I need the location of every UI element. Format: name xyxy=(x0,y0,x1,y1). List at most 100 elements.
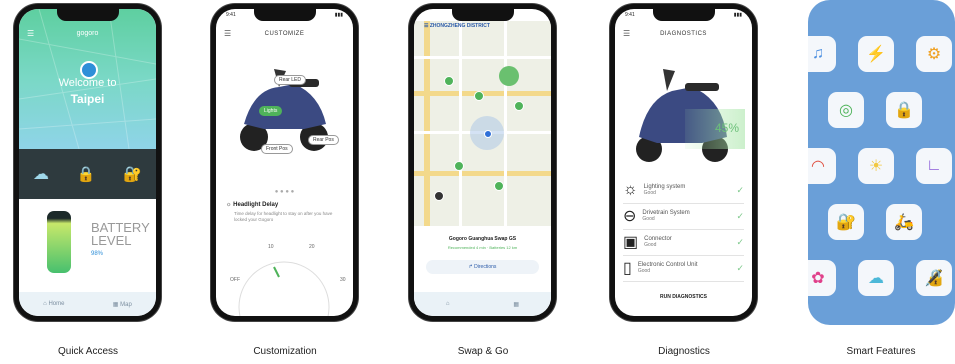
option-pill[interactable]: Rear LED xyxy=(274,75,306,85)
notch xyxy=(451,9,514,21)
map-view[interactable] xyxy=(414,21,551,226)
station-pin-icon[interactable] xyxy=(444,76,454,86)
street xyxy=(414,56,551,59)
tab-map[interactable]: ▦ Map xyxy=(113,301,132,308)
tab-map[interactable]: ▦ xyxy=(513,301,519,308)
battery-icon xyxy=(47,211,71,273)
lock-alt-icon[interactable]: 🔐 xyxy=(828,204,864,240)
swap-screen: ☰ ZHONGZHENG DISTRICT Gogoro Guanghua Sw… xyxy=(414,9,551,316)
directions-button[interactable]: ↱ Directions xyxy=(426,260,539,274)
caption-customization: Customization xyxy=(253,346,317,357)
tab-home[interactable]: ⌂ xyxy=(446,301,450,307)
phone-swap-go: ☰ ZHONGZHENG DISTRICT Gogoro Guanghua Sw… xyxy=(409,4,556,321)
brand-logo: gogoro xyxy=(76,30,99,37)
padlock-icon[interactable]: 🔏 xyxy=(916,260,952,296)
diagnostic-status: Good xyxy=(644,242,657,248)
phone-quick-access: ☰ gogoro Welcome to Taipei ☁ 🔒 🔐 BATTERY… xyxy=(14,4,161,321)
diagnostic-label: Electronic Control Unit Good xyxy=(638,262,737,274)
welcome-panel: ☰ gogoro Welcome to Taipei xyxy=(19,9,156,149)
battery-value: 98% xyxy=(91,251,104,257)
lock-icon[interactable]: 🔒 xyxy=(886,92,922,128)
diagnostic-status: Good xyxy=(637,268,651,274)
check-icon: ✓ xyxy=(736,210,744,221)
check-icon: ✓ xyxy=(736,262,744,273)
status-time: 9:41 xyxy=(226,12,236,18)
check-icon: ✓ xyxy=(736,184,744,195)
run-diagnostics-button[interactable]: RUN DIAGNOSTICS xyxy=(615,294,752,300)
delay-dial[interactable] xyxy=(234,237,334,316)
tab-bar: ⌂ ▦ xyxy=(414,292,551,316)
setting-title: ☼ Headlight Delay xyxy=(226,202,279,208)
dial-label: OFF xyxy=(230,277,240,283)
tab-home-label: Home xyxy=(48,301,65,307)
bulb-icon[interactable]: ☀ xyxy=(858,148,894,184)
target-icon[interactable]: ◎ xyxy=(828,92,864,128)
battery-card: BATTERY LEVEL 98% xyxy=(19,199,156,294)
city-name: Taipei xyxy=(70,92,105,106)
station-pin-icon[interactable] xyxy=(494,181,504,191)
power-icon[interactable]: ⚡ xyxy=(858,36,894,72)
directions-label: Directions xyxy=(474,264,497,270)
diagnostic-status: Good xyxy=(643,190,656,196)
ecu-icon: ▯ xyxy=(623,260,632,277)
current-location-icon xyxy=(484,130,492,138)
flower-icon[interactable]: ✿ xyxy=(808,260,836,296)
tab-home[interactable]: ⌂ Home xyxy=(43,301,64,307)
caption-smart-features: Smart Features xyxy=(846,346,916,357)
station-cluster-icon[interactable] xyxy=(499,66,519,86)
notch xyxy=(652,9,715,21)
diagnostic-label: Connector Good xyxy=(644,236,736,248)
battery-label: BATTERY LEVEL xyxy=(91,221,150,247)
phone-diagnostics: 9:41 ▮▮▮ ☰ DIAGNOSTICS 45% ☼ Lighting sys… xyxy=(610,4,757,321)
dial-label: 10 xyxy=(268,244,274,250)
station-pin-icon[interactable] xyxy=(454,161,464,171)
diagnostic-label: Drivetrain System Good xyxy=(642,210,736,222)
notch xyxy=(56,9,119,21)
connector-icon: ▣ xyxy=(623,234,639,251)
gauge-icon[interactable]: ◠ xyxy=(808,148,836,184)
cloud-icon[interactable]: ☁ xyxy=(858,260,894,296)
setting-description: Time delay for headlight to stay on afte… xyxy=(234,211,333,222)
station-pin-icon[interactable] xyxy=(514,101,524,111)
option-pill[interactable]: Front Pos xyxy=(261,144,293,154)
cloud-icon[interactable]: ☁ xyxy=(33,164,49,184)
battery-label-line2: LEVEL xyxy=(91,233,132,248)
quick-actions-bar: ☁ 🔒 🔐 xyxy=(19,149,156,199)
diagnostic-row[interactable]: ☼ Lighting system Good ✓ xyxy=(623,177,744,204)
road xyxy=(414,171,551,176)
smart-features-panel: ♫ ⚡ ⚙ ◎ 🔒 ◠ ☀ ∟ 🔐 🛵 ✿ ☁ 🔏 xyxy=(808,0,955,325)
notch xyxy=(253,9,316,21)
diagnostic-row[interactable]: ▣ Connector Good ✓ xyxy=(623,229,744,256)
caption-quick-access: Quick Access xyxy=(57,346,119,357)
diagnostic-label: Lighting system Good xyxy=(644,184,737,196)
caption-diagnostics: Diagnostics xyxy=(658,346,710,357)
diagnostic-percent: 45% xyxy=(715,121,740,135)
signal-icon: ▮▮▮ xyxy=(334,12,343,18)
road xyxy=(424,21,430,226)
screen-title: DIAGNOSTICS xyxy=(660,31,707,37)
dial-label: 30 xyxy=(340,277,346,283)
gear-icon[interactable]: ⚙ xyxy=(916,36,952,72)
phone-customization: 9:41 ▮▮▮ ☰ CUSTOMIZE Rear LED Lights Fron… xyxy=(211,4,358,321)
chart-icon[interactable]: ∟ xyxy=(916,148,952,184)
dial-label: 20 xyxy=(309,244,315,250)
quick-access-screen: ☰ gogoro Welcome to Taipei ☁ 🔒 🔐 BATTERY… xyxy=(19,9,156,316)
customize-screen: 9:41 ▮▮▮ ☰ CUSTOMIZE Rear LED Lights Fron… xyxy=(216,9,353,316)
tab-map-label: Map xyxy=(120,301,132,308)
street xyxy=(504,21,507,226)
station-subtitle: Recommended 4 min · Batteries 12 km xyxy=(447,245,518,250)
scooter-icon[interactable]: 🛵 xyxy=(886,204,922,240)
setting-title-text: Headlight Delay xyxy=(233,202,279,208)
option-pill-selected[interactable]: Lights xyxy=(259,106,283,116)
diagnostic-row[interactable]: ▯ Electronic Control Unit Good ✓ xyxy=(623,255,744,282)
station-pin-icon[interactable] xyxy=(474,91,484,101)
station-name: Gogoro Guanghua Swap GS xyxy=(448,236,517,242)
padlock-icon[interactable]: 🔐 xyxy=(123,165,142,183)
music-icon[interactable]: ♫ xyxy=(808,36,836,72)
option-pill[interactable]: Rear Pos xyxy=(308,135,339,145)
check-icon: ✓ xyxy=(736,236,744,247)
lock-icon[interactable]: 🔒 xyxy=(77,165,96,183)
page-dots: ● ● ● ● xyxy=(274,189,295,195)
station-pin-icon[interactable] xyxy=(434,191,444,201)
diagnostic-row[interactable]: ⊖ Drivetrain System Good ✓ xyxy=(623,203,744,230)
